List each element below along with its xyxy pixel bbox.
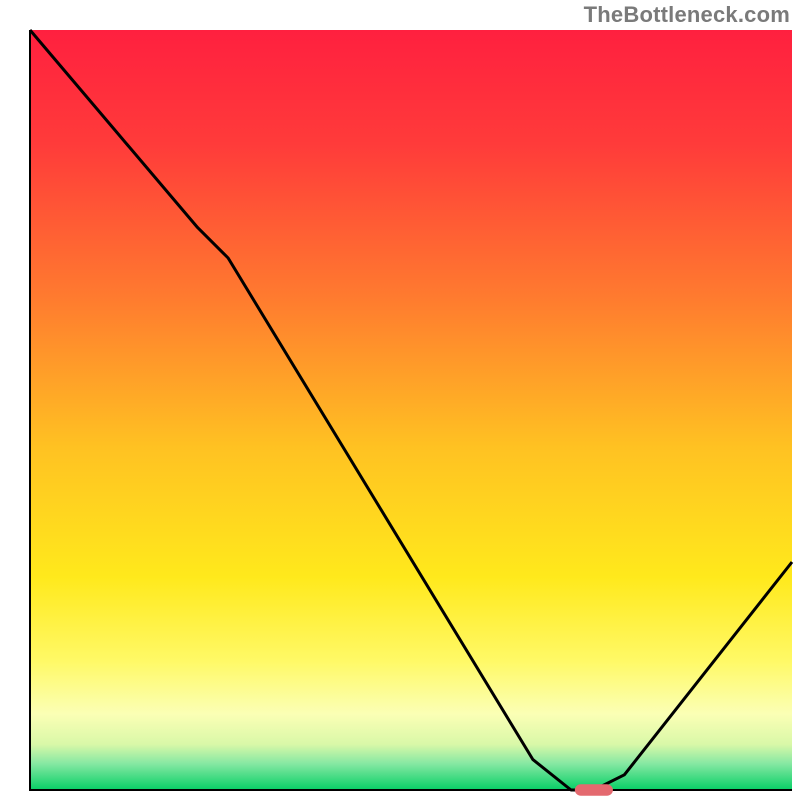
optimum-marker	[575, 784, 613, 795]
chart-canvas: TheBottleneck.com	[0, 0, 800, 800]
chart-svg	[0, 0, 800, 800]
plot-background	[30, 30, 792, 790]
watermark: TheBottleneck.com	[584, 2, 790, 28]
